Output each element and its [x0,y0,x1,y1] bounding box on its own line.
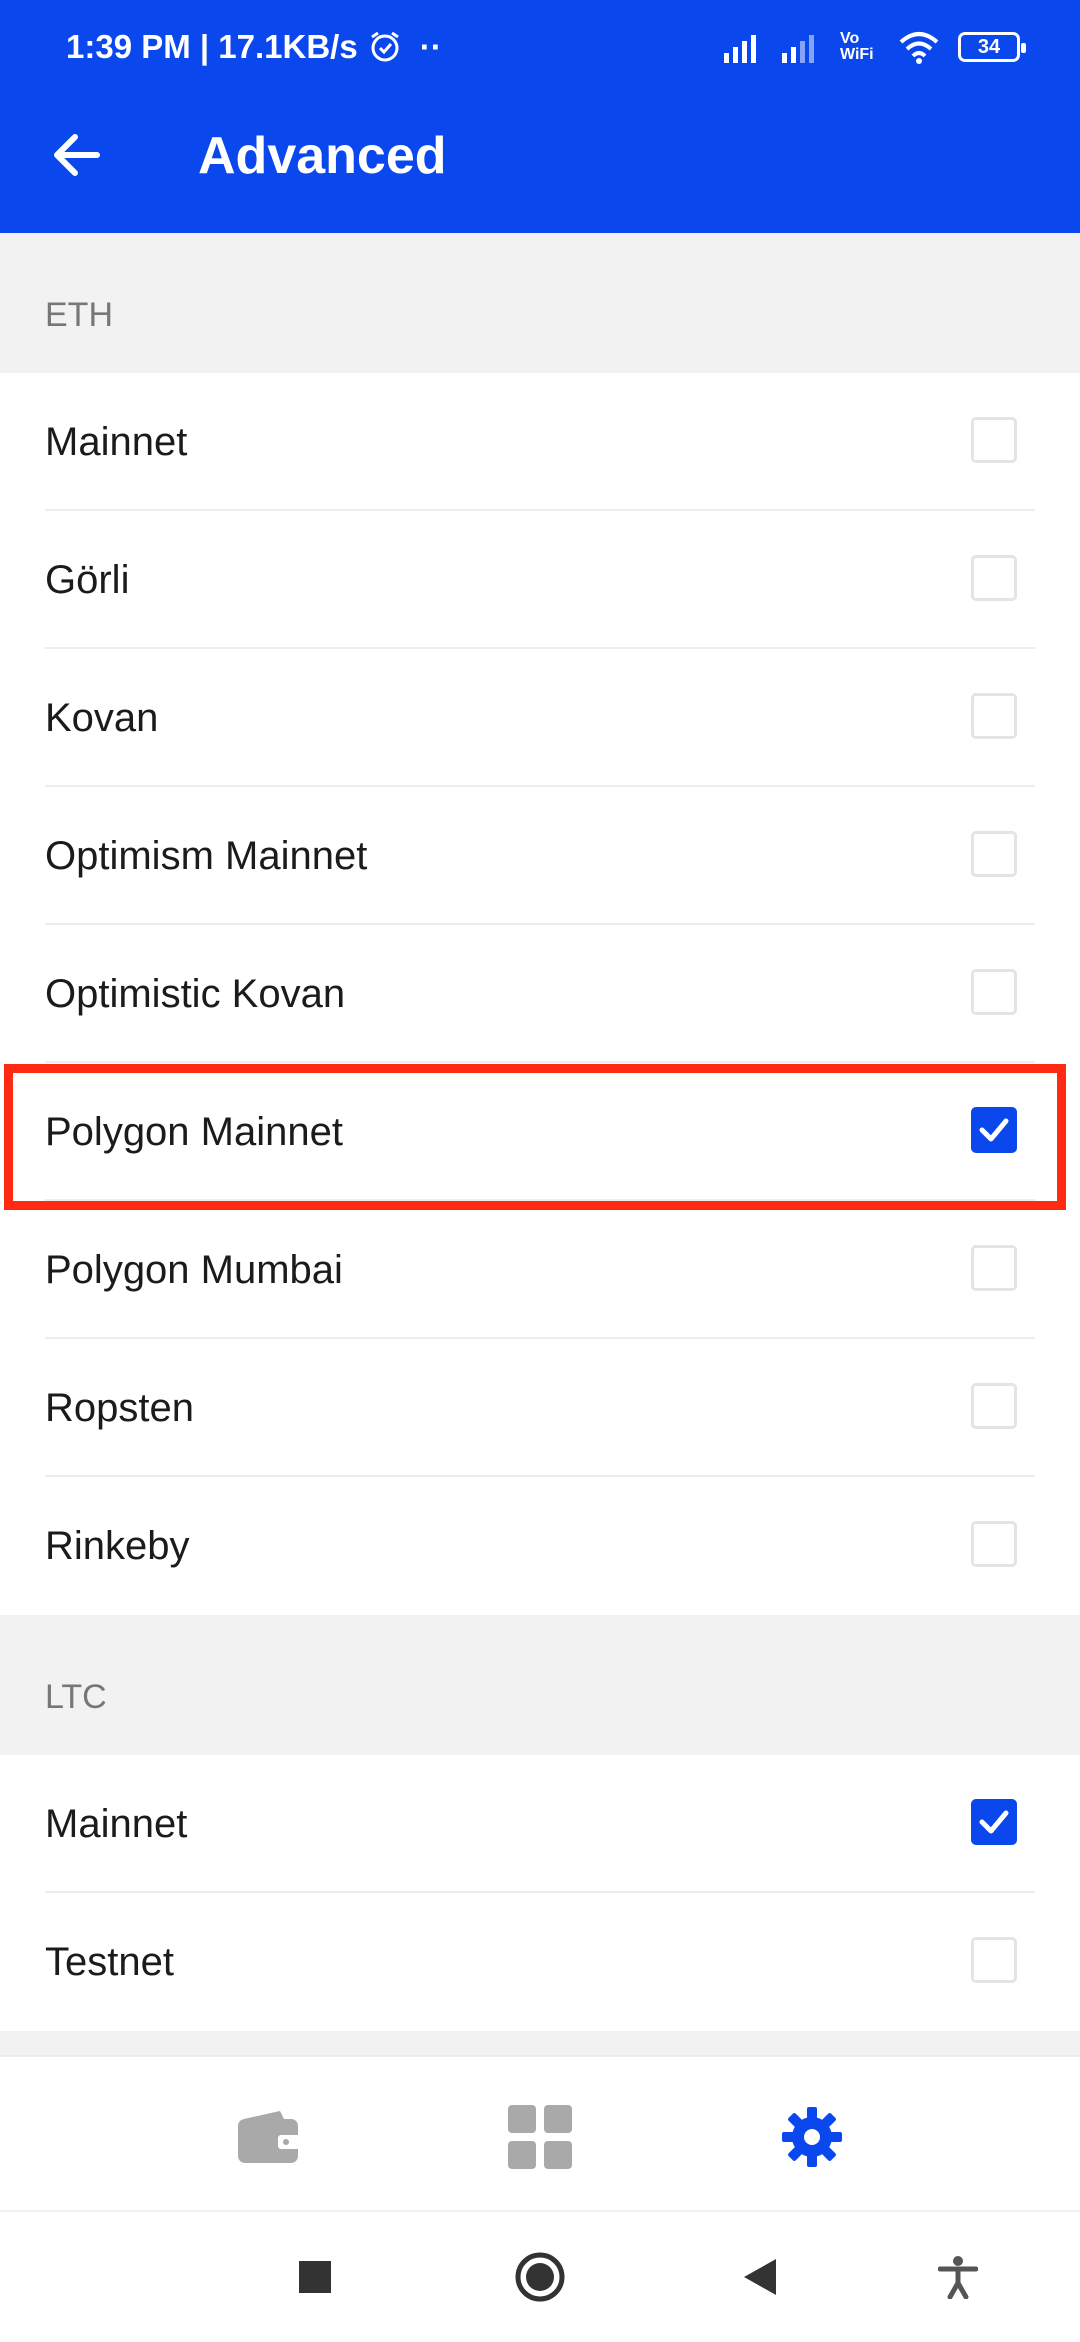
accessibility-icon [938,2256,978,2299]
checkmark-icon [979,1810,1009,1834]
network-row[interactable]: Polygon Mumbai [0,1201,1080,1339]
battery-icon: 34 [958,32,1026,62]
section-rows: Mainnet Görli Kovan Optimism Mainnet Optimis… [0,373,1080,1615]
apps-grid-icon [508,2105,572,2169]
system-nav-bar [0,2210,1080,2342]
network-label: Görli [45,558,130,602]
status-left: 1:39 PM | 17.1KB/s ·· [66,28,442,66]
network-row[interactable]: Polygon Mainnet [0,1063,1080,1201]
back-nav-button[interactable] [728,2245,792,2309]
network-row[interactable]: Ropsten [0,1339,1080,1477]
network-row[interactable]: Görli [0,511,1080,649]
signal-icon-2 [782,35,814,63]
settings-gear-icon [782,2107,842,2167]
network-label: Mainnet [45,420,188,464]
bottom-nav [0,2055,1080,2212]
network-row[interactable]: Mainnet [0,373,1080,511]
header: 1:39 PM | 17.1KB/s ·· Vo WiFi 34 Advance… [0,0,1080,233]
checkbox-unchecked[interactable] [971,1383,1017,1429]
network-label: Polygon Mumbai [45,1248,343,1292]
status-time-speed: 1:39 PM | 17.1KB/s [66,28,358,65]
home-button[interactable] [508,2245,572,2309]
nav-apps[interactable] [500,2097,580,2177]
checkbox-unchecked[interactable] [971,417,1017,463]
network-label: Optimism Mainnet [45,834,368,878]
back-button[interactable] [40,118,114,192]
checkbox-unchecked[interactable] [971,555,1017,601]
section-header: LTC [0,1615,1080,1755]
network-row[interactable]: Testnet [0,1893,1080,2031]
checkbox-checked[interactable] [971,1799,1017,1845]
wallet-icon [238,2111,300,2163]
checkmark-icon [979,1118,1009,1142]
circle-home-icon [515,2252,565,2302]
status-dots: ·· [419,28,442,65]
network-label: Ropsten [45,1386,194,1430]
network-label: Mainnet [45,1802,188,1846]
network-label: Kovan [45,696,159,740]
network-row[interactable]: Kovan [0,649,1080,787]
status-right: Vo WiFi 34 [724,30,1026,64]
nav-wallet[interactable] [228,2097,308,2177]
triangle-back-icon [744,2259,776,2295]
section-title: ETH [45,296,113,334]
battery-level: 34 [977,35,1001,58]
network-row[interactable]: Optimism Mainnet [0,787,1080,925]
signal-icon [724,35,756,63]
alarm-icon [370,31,399,62]
checkbox-unchecked[interactable] [971,1521,1017,1567]
vowifi-label: Vo WiFi [840,30,874,63]
nav-settings[interactable] [772,2097,852,2177]
section-title: LTC [45,1678,107,1716]
network-row[interactable]: Mainnet [0,1755,1080,1893]
network-settings-list: ETH Mainnet Görli Kovan Optimism Mainnet Opti… [0,233,1080,2055]
network-label: Rinkeby [45,1524,190,1568]
section-header: ETH [0,233,1080,373]
status-bar: 1:39 PM | 17.1KB/s ·· Vo WiFi 34 [0,0,1080,100]
network-row[interactable]: Optimistic Kovan [0,925,1080,1063]
network-label: Optimistic Kovan [45,972,346,1016]
network-label: Polygon Mainnet [45,1110,343,1154]
checkbox-unchecked[interactable] [971,1245,1017,1291]
checkbox-unchecked[interactable] [971,1937,1017,1983]
recents-button[interactable] [283,2245,347,2309]
wifi-icon [899,32,939,64]
page-title: Advanced [198,127,447,185]
checkbox-unchecked[interactable] [971,693,1017,739]
checkbox-unchecked[interactable] [971,831,1017,877]
network-label: Testnet [45,1940,174,1984]
checkbox-unchecked[interactable] [971,969,1017,1015]
arrow-left-icon [54,134,100,176]
square-icon [299,2261,331,2293]
network-row[interactable]: Rinkeby [0,1477,1080,1615]
accessibility-button[interactable] [926,2245,990,2309]
checkbox-checked[interactable] [971,1107,1017,1153]
section-rows: Mainnet Testnet [0,1755,1080,2031]
